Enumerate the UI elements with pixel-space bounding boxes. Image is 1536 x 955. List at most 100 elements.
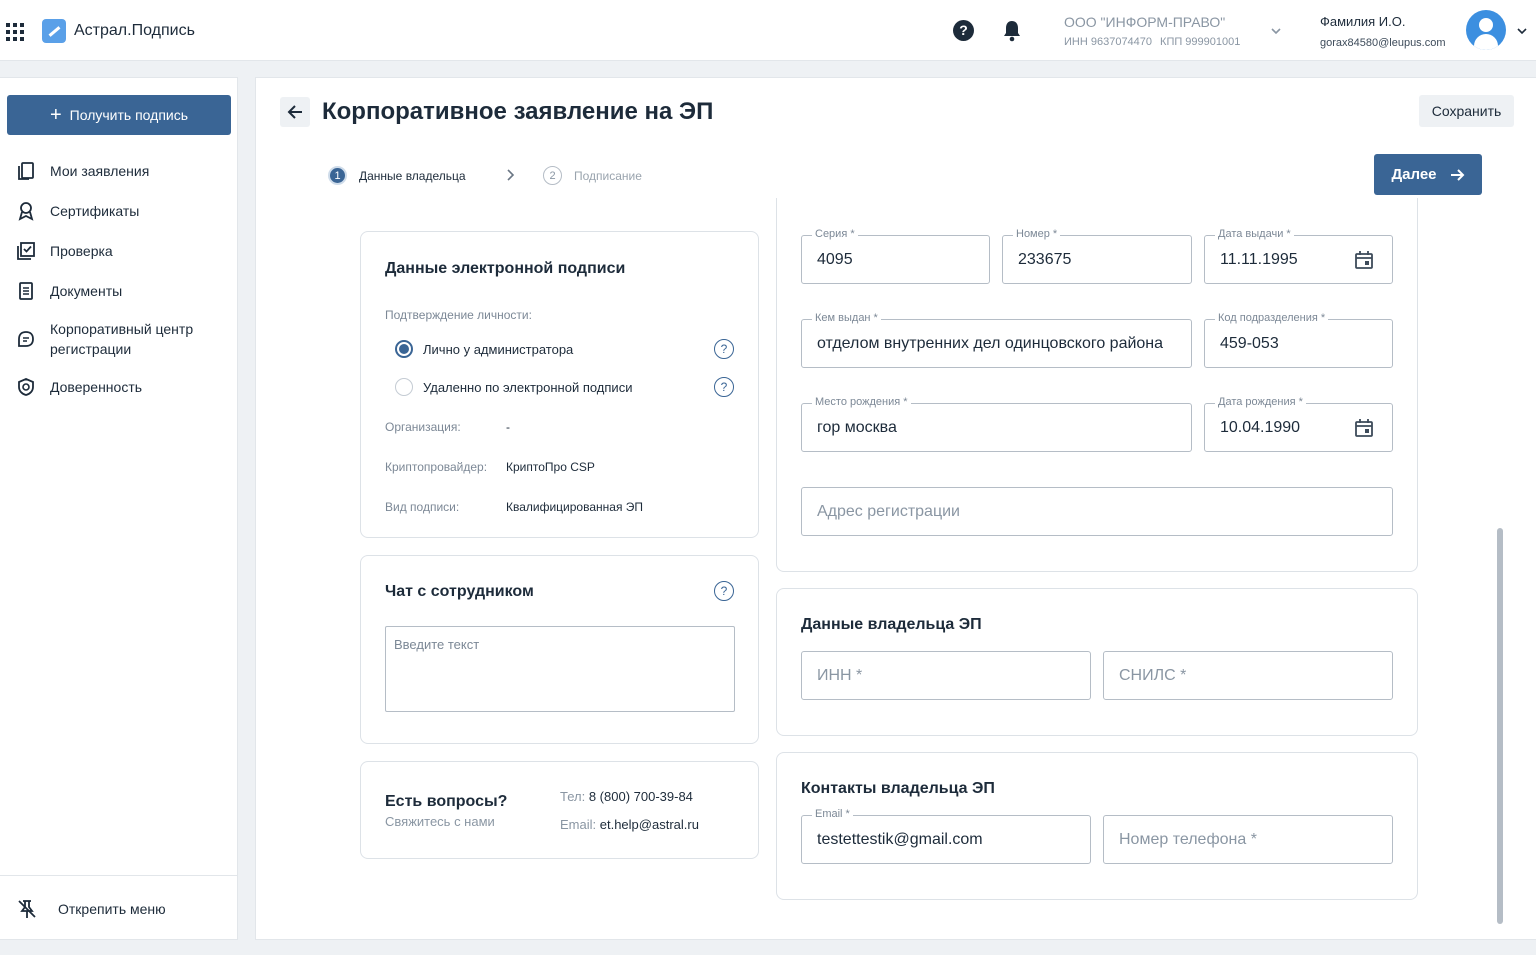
- help-circle-icon[interactable]: ?: [714, 581, 734, 601]
- get-signature-label: Получить подпись: [69, 107, 189, 123]
- issued-by-field[interactable]: Кем выдан * отделом внутренних дел одинц…: [801, 312, 1192, 368]
- owner-data-card: Данные владельца ЭП ИНН * СНИЛС *: [776, 588, 1418, 736]
- sidebar: + Получить подпись Мои заявления Сертифи…: [0, 77, 238, 940]
- bell-icon[interactable]: [1002, 20, 1022, 42]
- unpin-icon: [18, 900, 36, 918]
- inn-placeholder: ИНН *: [817, 667, 863, 684]
- calendar-icon[interactable]: [1353, 249, 1375, 271]
- birth-date-value: 10.04.1990: [1220, 419, 1301, 436]
- birth-place-value: гор москва: [817, 419, 897, 436]
- series-label: Серия *: [812, 228, 858, 240]
- next-label: Далее: [1391, 166, 1437, 183]
- radio-personally[interactable]: [395, 340, 413, 358]
- step-owner-data[interactable]: 1 Данные владельца: [328, 166, 466, 185]
- arrow-right-icon: [1450, 168, 1464, 181]
- snils-field[interactable]: СНИЛС *: [1103, 651, 1393, 700]
- sign-type-value: Квалифицированная ЭП: [506, 500, 644, 514]
- birth-date-field[interactable]: Дата рождения * 10.04.1990: [1204, 396, 1393, 452]
- help-circle-icon[interactable]: ?: [714, 339, 734, 359]
- radio-remote[interactable]: [395, 378, 413, 396]
- arrow-left-icon: [287, 105, 302, 119]
- email-label: Email:: [560, 817, 597, 832]
- apps-grid-icon[interactable]: [6, 23, 24, 41]
- series-value: 4095: [817, 251, 853, 268]
- owner-contacts-card: Контакты владельца ЭП Email * testettest…: [776, 752, 1418, 900]
- radio-remote-label[interactable]: Удаленно по электронной подписи: [423, 380, 632, 395]
- step-label: Подписание: [574, 168, 642, 183]
- snils-placeholder: СНИЛС *: [1119, 667, 1187, 684]
- sidebar-divider: [0, 875, 237, 876]
- org-kpp: КПП 999901001: [1160, 36, 1241, 48]
- phone-placeholder: Номер телефона *: [1119, 831, 1257, 848]
- sidebar-item-applications[interactable]: Мои заявления: [16, 161, 149, 181]
- dept-code-field[interactable]: Код подразделения * 459-053: [1204, 312, 1393, 368]
- dept-code-label: Код подразделения *: [1215, 312, 1329, 324]
- step-signing[interactable]: 2 Подписание: [543, 166, 642, 185]
- phone-line: Тел: 8 (800) 700-39-84: [560, 789, 693, 804]
- inn-field[interactable]: ИНН *: [801, 651, 1091, 700]
- phone-label: Тел:: [560, 789, 586, 804]
- chevron-right-icon: [507, 169, 515, 181]
- step-number: 1: [328, 166, 347, 185]
- sidebar-item-corporate-center[interactable]: Корпоративный центр регистрации: [16, 319, 216, 359]
- number-field[interactable]: Номер * 233675: [1002, 228, 1192, 284]
- radio-personally-label[interactable]: Лично у администратора: [423, 342, 573, 357]
- email-field[interactable]: Email * testettestik@gmail.com: [801, 808, 1091, 864]
- sign-type-label: Вид подписи:: [385, 500, 460, 514]
- sidebar-item-check[interactable]: Проверка: [16, 241, 113, 261]
- main-panel: Корпоративное заявление на ЭП Сохранить …: [255, 77, 1536, 940]
- phone-value[interactable]: 8 (800) 700-39-84: [589, 789, 693, 804]
- sidebar-item-documents[interactable]: Документы: [16, 281, 122, 301]
- email-field-value: testettestik@gmail.com: [817, 831, 983, 848]
- sidebar-item-label: Мои заявления: [50, 163, 150, 179]
- card-title: Данные владельца ЭП: [801, 616, 982, 633]
- contact-subtitle: Свяжитесь с нами: [385, 814, 495, 829]
- email-value[interactable]: et.help@astral.ru: [600, 817, 699, 832]
- check-icon: [17, 242, 35, 260]
- back-button[interactable]: [280, 97, 310, 127]
- calendar-icon[interactable]: [1353, 417, 1375, 439]
- address-field[interactable]: Адрес регистрации: [801, 487, 1393, 536]
- avatar[interactable]: [1466, 10, 1506, 50]
- award-icon: [18, 202, 34, 221]
- chevron-down-icon[interactable]: [1517, 26, 1527, 36]
- get-signature-button[interactable]: + Получить подпись: [7, 95, 231, 135]
- issue-date-label: Дата выдачи *: [1215, 228, 1294, 240]
- shield-icon: [18, 378, 34, 396]
- page-title: Корпоративное заявление на ЭП: [322, 98, 714, 125]
- save-button[interactable]: Сохранить: [1419, 95, 1514, 127]
- dept-code-value: 459-053: [1220, 335, 1279, 352]
- email-field-label: Email *: [812, 808, 853, 820]
- org-value: -: [506, 420, 510, 434]
- app-title[interactable]: Астрал.Подпись: [74, 22, 195, 40]
- unpin-menu-button[interactable]: Открепить меню: [16, 898, 166, 920]
- card-title: Контакты владельца ЭП: [801, 780, 995, 797]
- plus-icon: +: [49, 104, 62, 126]
- scrollbar-thumb[interactable]: [1497, 528, 1503, 924]
- chat-input[interactable]: [385, 626, 735, 712]
- card-title: Данные электронной подписи: [385, 260, 626, 277]
- birth-place-field[interactable]: Место рождения * гор москва: [801, 396, 1192, 452]
- doc-icon: [19, 282, 33, 300]
- crypto-value: КриптоПро CSP: [506, 460, 595, 474]
- help-icon[interactable]: ?: [953, 20, 974, 41]
- identity-label: Подтверждение личности:: [385, 308, 532, 322]
- series-field[interactable]: Серия * 4095: [801, 228, 990, 284]
- birth-place-label: Место рождения *: [812, 396, 911, 408]
- signature-data-card: Данные электронной подписи Подтверждение…: [360, 231, 759, 538]
- org-name[interactable]: ООО "ИНФОРМ-ПРАВО": [1064, 14, 1225, 30]
- passport-card: Серия * 4095 Номер * 233675 Дата выдачи …: [776, 198, 1418, 572]
- sidebar-item-label: Документы: [50, 283, 123, 299]
- user-name[interactable]: Фамилия И.О.: [1320, 14, 1406, 29]
- next-button[interactable]: Далее: [1374, 154, 1482, 195]
- sidebar-item-certificates[interactable]: Сертификаты: [16, 201, 139, 221]
- help-circle-icon[interactable]: ?: [714, 377, 734, 397]
- sidebar-item-power-of-attorney[interactable]: Доверенность: [16, 377, 142, 397]
- chevron-down-icon[interactable]: [1271, 26, 1281, 36]
- card-title: Чат с сотрудником: [385, 583, 534, 600]
- step-number: 2: [543, 166, 562, 185]
- org-inn: ИНН 9637074470: [1064, 36, 1153, 48]
- top-header: Астрал.Подпись ? ООО "ИНФОРМ-ПРАВО" ИНН …: [0, 0, 1536, 61]
- issue-date-field[interactable]: Дата выдачи * 11.11.1995: [1204, 228, 1393, 284]
- phone-field[interactable]: Номер телефона *: [1103, 815, 1393, 864]
